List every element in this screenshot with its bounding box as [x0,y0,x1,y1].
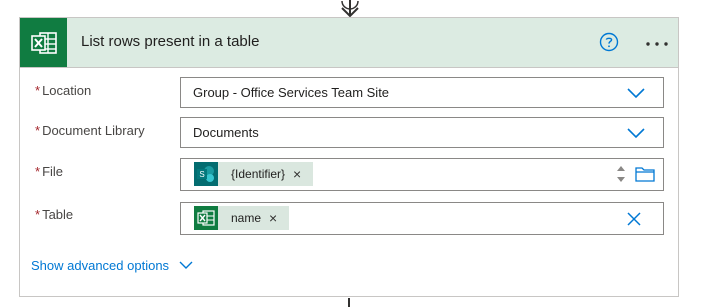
file-token-label: {Identifier} [231,167,286,181]
more-options-icon[interactable] [645,41,669,47]
table-input[interactable]: name × [180,202,664,235]
svg-text:S: S [199,170,204,179]
card-title: List rows present in a table [81,33,260,50]
file-token[interactable]: S {Identifier} × [194,162,314,186]
action-card: List rows present in a table * Location G… [19,17,679,297]
advanced-options-label: Show advanced options [31,258,170,273]
remove-token-icon[interactable]: × [293,167,301,181]
chevron-down-icon [179,261,193,269]
document-library-dropdown[interactable]: Documents [180,117,664,148]
sharepoint-icon: S [194,162,218,186]
help-circle-icon[interactable] [599,32,619,52]
table-label: * Table [35,207,74,222]
flow-connector-arrow [341,0,359,18]
excel-icon [194,206,218,230]
show-advanced-options-link[interactable]: Show advanced options [31,258,193,273]
excel-icon [20,18,67,67]
flow-connector-line [348,298,350,307]
table-token[interactable]: name × [194,206,290,230]
chevron-down-icon[interactable] [627,126,645,140]
document-library-label: * Document Library [35,123,145,138]
required-marker: * [35,83,41,98]
location-dropdown[interactable]: Group - Office Services Team Site [180,77,664,108]
location-value: Group - Office Services Team Site [193,85,390,100]
remove-token-icon[interactable]: × [269,211,277,225]
file-label: * File [35,164,64,179]
required-marker: * [35,164,41,179]
clear-icon[interactable] [627,212,641,226]
chevron-down-icon[interactable] [627,86,645,100]
up-down-arrows-icon[interactable] [615,163,627,185]
card-header[interactable]: List rows present in a table [20,18,678,68]
file-input[interactable]: S {Identifier} × [180,158,664,191]
document-library-value: Documents [193,125,259,140]
folder-icon[interactable] [635,166,655,182]
required-marker: * [35,207,41,222]
table-token-label: name [231,211,262,225]
required-marker: * [35,123,41,138]
location-label: * Location [35,83,92,98]
